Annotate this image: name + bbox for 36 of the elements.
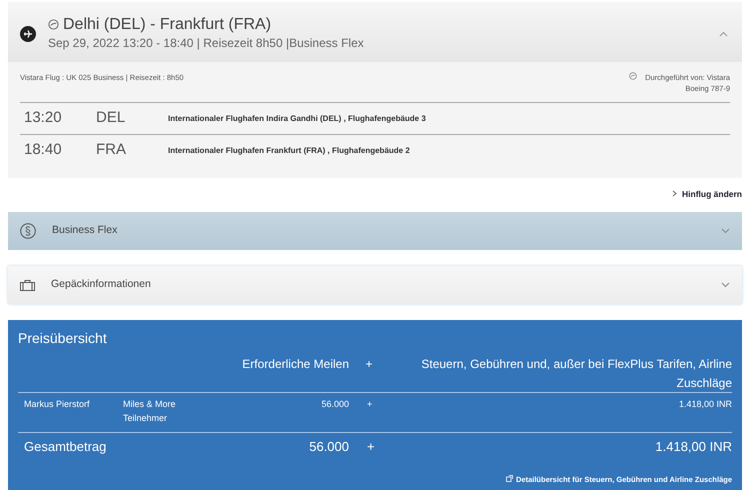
accordion-header[interactable]: Business Flex: [8, 212, 742, 250]
chevron-right-icon: [672, 190, 678, 198]
total-miles: 56.000: [308, 438, 349, 456]
column-header: Erforderliche Meilen: [241, 356, 349, 374]
accordion-header[interactable]: Gepäckinformationen: [8, 266, 742, 304]
column-header: Steuern, Gebühren und, außer bei FlexPlus Tarifen, Airline Zuschläge: [420, 356, 732, 392]
expand-caret-icon[interactable]: [721, 282, 730, 288]
total-amount: 1.418,00 INR: [654, 438, 732, 456]
plus-sign: +: [366, 438, 376, 456]
airport-name: Internationaler Flughafen Indira Gandhi (DEL) , Flughafengebäude 3: [168, 112, 426, 125]
price-title: Preisübersicht: [18, 329, 108, 348]
collapse-caret-icon[interactable]: [719, 30, 728, 37]
panel-title: Business Flex: [52, 223, 118, 238]
suitcase-icon: [20, 280, 35, 291]
total-label: Gesamtbetrag: [23, 438, 108, 456]
airline-logo-icon: [629, 72, 638, 80]
airline-logo-icon: [48, 19, 59, 30]
change-flight-link[interactable]: Hinflug ändern: [682, 189, 742, 200]
plus-sign: +: [366, 398, 374, 412]
airport-code: DEL: [96, 108, 126, 128]
segment-time: 13:20: [24, 108, 63, 128]
flight-summary: Sep 29, 2022 13:20 - 18:40 | Reisezeit 8h50 |Business Flex: [48, 34, 364, 52]
amount-value: 1.418,00 INR: [678, 398, 732, 412]
plane-icon: [20, 26, 36, 42]
section-sign-icon: [20, 223, 36, 240]
miles-value: 56.000: [320, 398, 349, 412]
external-link-icon: [506, 474, 513, 482]
airport-code: FRA: [96, 140, 127, 160]
expand-caret-icon[interactable]: [721, 228, 730, 234]
column-header: +: [364, 356, 374, 374]
segment-time: 18:40: [24, 140, 63, 160]
airport-name: Internationaler Flughafen Frankfurt (FRA) , Flughafengebäude 2: [168, 144, 410, 157]
passenger-name: Markus Pierstorf: [23, 398, 91, 412]
panel-title: Gepäckinformationen: [51, 277, 151, 292]
passenger-type: Miles & More Teilnehmer: [123, 398, 177, 426]
flight-route: Delhi (DEL) - Frankfurt (FRA): [63, 16, 272, 34]
